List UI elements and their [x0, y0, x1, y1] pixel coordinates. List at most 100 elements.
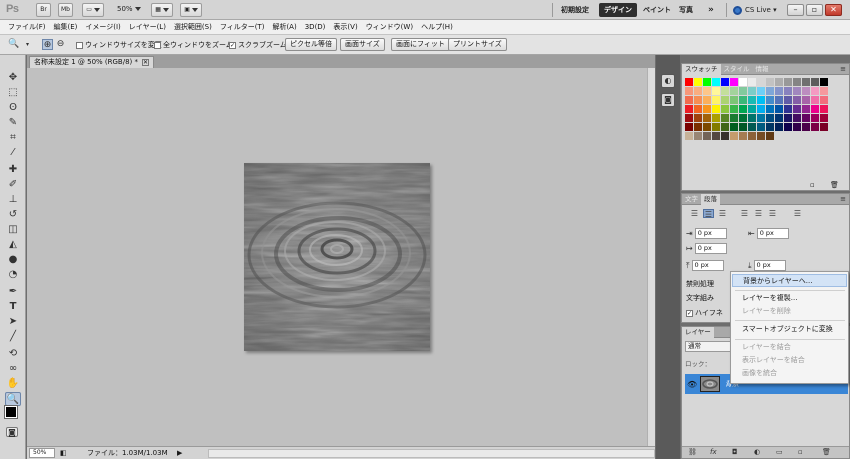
- color-swatch[interactable]: [685, 96, 693, 104]
- color-swatch[interactable]: [739, 114, 747, 122]
- color-swatch[interactable]: [721, 132, 729, 140]
- color-swatch[interactable]: [703, 132, 711, 140]
- color-swatch[interactable]: [748, 78, 756, 86]
- color-swatch[interactable]: [757, 78, 765, 86]
- color-swatch[interactable]: [685, 123, 693, 131]
- justify-right-icon[interactable]: ☰: [767, 209, 778, 218]
- path-selection-tool-icon[interactable]: ➤: [5, 315, 21, 329]
- shape-tool-icon[interactable]: ╱: [5, 330, 21, 344]
- color-swatch[interactable]: [793, 105, 801, 113]
- print-size-button[interactable]: プリントサイズ: [448, 38, 507, 51]
- status-menu-icon[interactable]: ▶: [177, 447, 182, 459]
- color-swatch[interactable]: [820, 78, 828, 86]
- color-swatch[interactable]: [730, 114, 738, 122]
- minimize-button[interactable]: –: [787, 4, 804, 16]
- color-swatch[interactable]: [703, 87, 711, 95]
- extras-dropdown[interactable]: ▭: [82, 3, 104, 17]
- clone-stamp-tool-icon[interactable]: ⊥: [5, 193, 21, 207]
- color-swatch[interactable]: [748, 96, 756, 104]
- menu-duplicate-layer[interactable]: レイヤーを複製...: [732, 292, 847, 305]
- workspace-design[interactable]: デザイン: [599, 3, 637, 17]
- move-tool-icon[interactable]: ✥: [5, 71, 21, 85]
- justify-left-icon[interactable]: ☰: [739, 209, 750, 218]
- panel-menu-icon[interactable]: ≡: [840, 196, 846, 203]
- align-center-icon[interactable]: ☰: [703, 209, 714, 219]
- color-swatch[interactable]: [748, 114, 756, 122]
- color-swatch[interactable]: [703, 78, 711, 86]
- color-swatch[interactable]: [775, 123, 783, 131]
- color-swatch[interactable]: [793, 123, 801, 131]
- color-swatch[interactable]: [757, 96, 765, 104]
- color-swatch[interactable]: [712, 96, 720, 104]
- paint-bucket-tool-icon[interactable]: ◭: [5, 238, 21, 252]
- delete-layer-icon[interactable]: 🗑: [822, 448, 831, 456]
- panel-menu-icon[interactable]: ≡: [840, 66, 846, 73]
- color-swatch[interactable]: [694, 78, 702, 86]
- color-swatch[interactable]: [685, 78, 693, 86]
- vertical-scrollbar[interactable]: [647, 68, 655, 446]
- hyphenate-checkbox[interactable]: ✓ ハイフネ: [686, 308, 723, 318]
- color-swatch[interactable]: [820, 96, 828, 104]
- color-swatch[interactable]: [712, 132, 720, 140]
- color-swatch[interactable]: [802, 123, 810, 131]
- color-swatch[interactable]: [694, 105, 702, 113]
- menu-layer[interactable]: レイヤー(L): [125, 20, 170, 35]
- color-swatch[interactable]: [703, 105, 711, 113]
- fit-screen-button[interactable]: 画面サイズ: [340, 38, 385, 51]
- resize-windows-checkbox[interactable]: ウィンドウサイズを変更: [76, 40, 162, 50]
- zoom-tool-preset-icon[interactable]: 🔍: [8, 39, 19, 50]
- color-swatch[interactable]: [757, 123, 765, 131]
- color-swatch[interactable]: [694, 123, 702, 131]
- justify-all-icon[interactable]: ☰: [792, 209, 803, 218]
- color-swatch[interactable]: [820, 123, 828, 131]
- screen-mode-dropdown[interactable]: ▣: [180, 3, 202, 17]
- 3d-rotate-tool-icon[interactable]: ⟲: [5, 347, 21, 361]
- color-swatch[interactable]: [802, 87, 810, 95]
- color-swatch[interactable]: [739, 87, 747, 95]
- arrange-documents-dropdown[interactable]: ▦: [151, 3, 173, 17]
- color-swatch[interactable]: [685, 114, 693, 122]
- align-right-icon[interactable]: ☰: [717, 209, 728, 218]
- restore-button[interactable]: ▫: [806, 4, 823, 16]
- menu-background-to-layer[interactable]: 背景からレイヤーへ...: [732, 274, 847, 287]
- bridge-button[interactable]: Br: [36, 3, 51, 17]
- tab-info[interactable]: 情報: [753, 64, 772, 75]
- first-line-indent-field[interactable]: 0 px: [694, 243, 727, 254]
- color-swatch[interactable]: [820, 87, 828, 95]
- menu-delete-layer[interactable]: レイヤーを削除: [732, 305, 847, 318]
- status-info-icon[interactable]: ◧: [60, 447, 67, 459]
- color-swatch[interactable]: [685, 105, 693, 113]
- zoom-tool-icon[interactable]: 🔍: [5, 392, 21, 406]
- menu-merge-layers[interactable]: レイヤーを結合: [732, 341, 847, 354]
- color-swatch[interactable]: [730, 87, 738, 95]
- zoom-level-dropdown[interactable]: 50%: [117, 5, 141, 13]
- space-before-field[interactable]: 0 px: [691, 260, 724, 271]
- new-group-icon[interactable]: ▭: [776, 448, 783, 456]
- color-swatch[interactable]: [712, 114, 720, 122]
- zoom-all-windows-checkbox[interactable]: 全ウィンドウをズーム: [154, 40, 233, 50]
- preset-dropdown-icon[interactable]: ▾: [22, 39, 33, 50]
- menu-edit[interactable]: 編集(E): [50, 20, 82, 35]
- color-swatch[interactable]: [811, 114, 819, 122]
- color-swatch[interactable]: [802, 114, 810, 122]
- foreground-color-swatch[interactable]: [4, 405, 18, 419]
- color-swatch[interactable]: [712, 105, 720, 113]
- color-swatch[interactable]: [694, 87, 702, 95]
- tab-swatches[interactable]: スウォッチ: [682, 64, 721, 75]
- adjustment-layer-icon[interactable]: ◐: [754, 448, 760, 456]
- color-swatch[interactable]: [766, 132, 774, 140]
- color-swatch[interactable]: [748, 123, 756, 131]
- color-swatch[interactable]: [820, 114, 828, 122]
- close-button[interactable]: ✕: [825, 4, 842, 16]
- color-swatch[interactable]: [784, 114, 792, 122]
- 3d-orbit-tool-icon[interactable]: ∞: [5, 362, 21, 376]
- color-swatch[interactable]: [775, 105, 783, 113]
- lasso-tool-icon[interactable]: ʘ: [5, 101, 21, 115]
- color-swatch[interactable]: [730, 78, 738, 86]
- brush-tool-icon[interactable]: ✐: [5, 178, 21, 192]
- color-swatch[interactable]: [784, 78, 792, 86]
- color-swatch[interactable]: [694, 114, 702, 122]
- new-swatch-icon[interactable]: ▫: [810, 181, 815, 189]
- space-after-field[interactable]: 0 px: [753, 260, 786, 271]
- color-swatch[interactable]: [739, 96, 747, 104]
